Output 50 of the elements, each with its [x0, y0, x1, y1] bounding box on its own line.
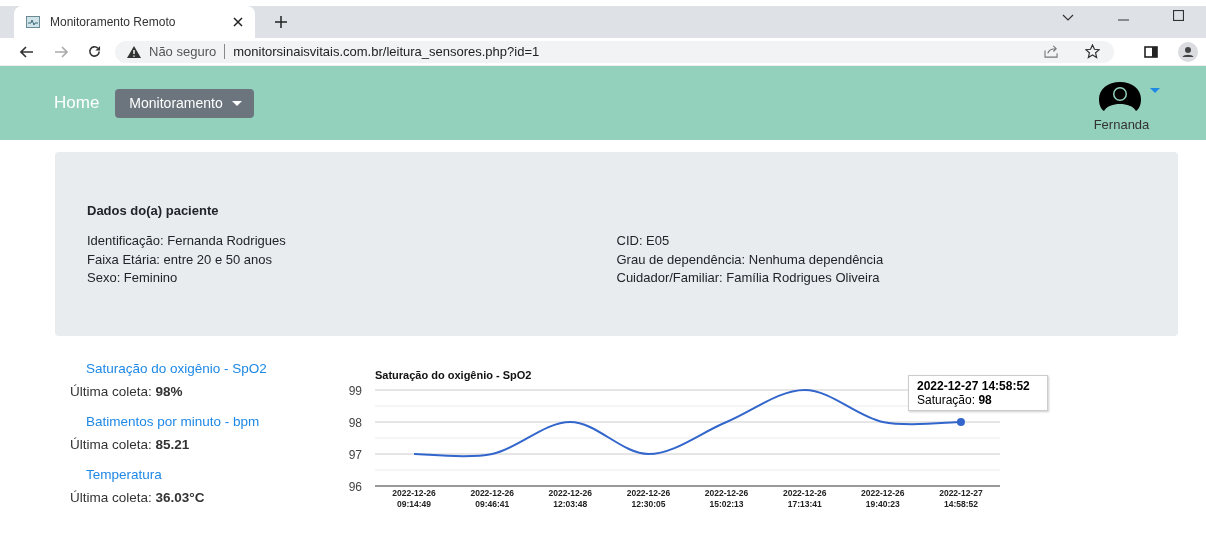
tab-title: Monitoramento Remoto: [50, 15, 177, 29]
last-reading-text: Última coleta: 36.03°C: [70, 489, 206, 507]
vital-sign-link[interactable]: Batimentos por minuto - bpm: [86, 413, 260, 431]
x-axis-label: 2022-12-26 12:30:05: [626, 488, 671, 509]
share-icon[interactable]: [1044, 45, 1059, 58]
caret-icon: [231, 100, 242, 106]
tooltip-title: 2022-12-27 14:58:52: [917, 379, 1031, 393]
y-axis-label: 98: [348, 416, 362, 430]
data-point[interactable]: [956, 418, 965, 426]
profile-icon[interactable]: [1178, 41, 1198, 62]
side-panel-icon[interactable]: [1144, 45, 1158, 58]
user-avatar-icon[interactable]: [1099, 82, 1141, 114]
x-axis-label: 2022-12-26 09:46:41: [470, 488, 514, 509]
x-axis-label: 2022-12-26 15:02:13: [704, 488, 749, 509]
new-tab-icon[interactable]: [275, 16, 287, 28]
chart-title: Saturação do oxigênio - SpO2: [375, 369, 532, 381]
monitor-icon: [26, 16, 40, 28]
patient-info-text: Cuidador/Familiar: Família Rodrigues Oliveira: [616, 269, 881, 287]
x-axis-label: 2022-12-26 09:14:49: [392, 488, 436, 509]
monitoramento-dropdown[interactable]: Monitoramento: [115, 88, 254, 118]
url-text: monitorsinaisvitais.com.br/leitura_sensores.php?id=1: [233, 44, 540, 59]
patient-info-text: Identificação: Fernanda Rodrigues: [87, 232, 287, 250]
y-axis-label: 96: [348, 480, 362, 494]
warning-icon: [127, 45, 141, 58]
chevron-down-icon[interactable]: [1062, 14, 1074, 21]
vital-sign-link[interactable]: Saturação do oxigênio - SpO2: [86, 360, 267, 378]
patient-info-text: Sexo: Feminino: [87, 269, 179, 287]
close-icon[interactable]: [233, 17, 243, 27]
y-axis-label: 99: [348, 384, 362, 398]
browser-tab[interactable]: Monitoramento Remoto: [14, 6, 255, 38]
reload-icon[interactable]: [88, 45, 101, 58]
address-bar[interactable]: Não seguro monitorsinaisvitais.com.br/leitura_sensores.php?id=1: [115, 40, 1114, 63]
user-name: Fernanda: [1093, 117, 1150, 132]
x-axis-label: 2022-12-26 17:13:41: [782, 488, 827, 509]
card-heading: Dados do(a) paciente: [87, 203, 220, 218]
patient-info-text: Grau de dependência: Nenhuma dependência: [616, 250, 885, 269]
patient-info-text: Faixa Etária: entre 20 e 50 anos: [87, 250, 273, 269]
vital-sign-link[interactable]: Temperatura: [86, 466, 162, 484]
x-axis-label: 2022-12-26 19:40:23: [861, 488, 905, 509]
maximize-icon[interactable]: [1173, 10, 1184, 21]
x-axis-label: 2022-12-26 12:03:48: [548, 488, 593, 509]
back-arrow-icon[interactable]: [20, 45, 34, 58]
security-label: Não seguro: [149, 44, 217, 59]
tooltip-text: Saturação: 98: [917, 393, 993, 407]
patient-info-text: CID: E05: [616, 232, 671, 250]
last-reading-text: Última coleta: 98%: [70, 383, 184, 401]
x-axis-label: 2022-12-27 14:58:52: [939, 488, 983, 509]
y-axis-label: 97: [348, 448, 362, 462]
last-reading-text: Última coleta: 85.21: [70, 436, 191, 454]
star-icon[interactable]: [1085, 44, 1100, 59]
